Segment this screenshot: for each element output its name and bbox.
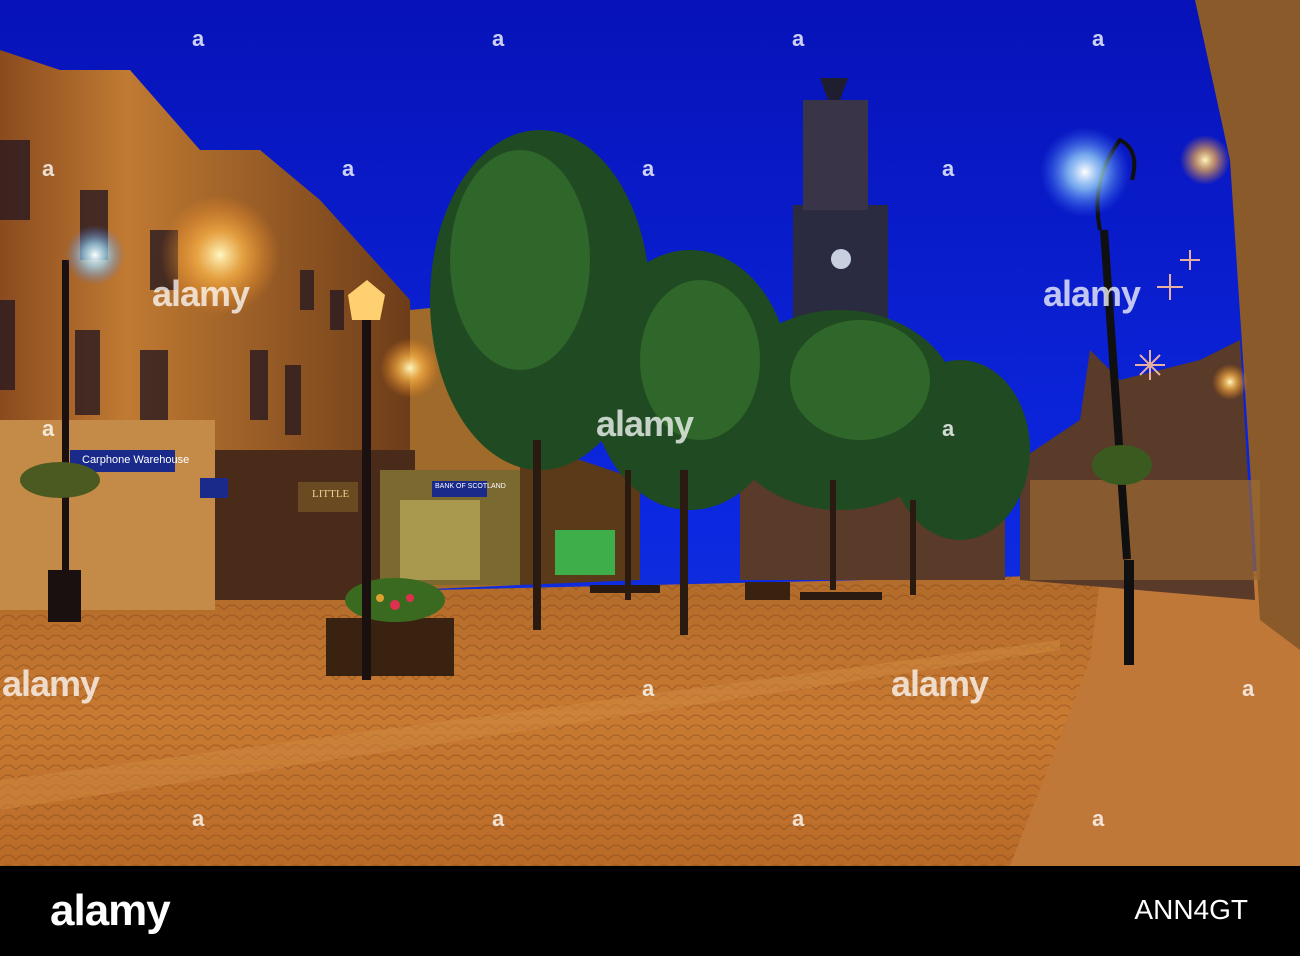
carphone-warehouse-sign: Carphone Warehouse [82,454,190,466]
watermark: alamy [152,273,250,314]
photo: Carphone Warehouse LITTLE BANK OF SCOTLA… [0,0,1300,956]
watermark-mark: a [942,416,955,441]
little-store-sign: LITTLE [312,488,350,500]
watermark-mark: a [342,156,355,181]
watermark-mark: a [642,676,655,701]
watermark-mark: a [792,26,805,51]
watermark-mark: a [942,156,955,181]
watermark-mark: a [492,26,505,51]
watermark-mark: a [192,26,205,51]
footer-bar: alamy ANN4GT [0,866,1300,956]
watermark: alamy [891,663,989,704]
watermark-mark: a [1242,676,1255,701]
watermark: alamy [596,403,694,444]
watermark-mark: a [1092,26,1105,51]
watermark-mark: a [42,416,55,441]
watermark: alamy [1043,273,1141,314]
image-id: ANN4GT [1134,894,1248,925]
watermark-mark: a [1092,806,1105,831]
bank-sign: BANK OF SCOTLAND [435,483,506,490]
watermark-mark: a [192,806,205,831]
watermark-mark: a [492,806,505,831]
watermark-mark: a [642,156,655,181]
alamy-logo: alamy [50,886,171,935]
watermark: alamy [2,663,100,704]
watermark-mark: a [42,156,55,181]
watermark-mark: a [792,806,805,831]
